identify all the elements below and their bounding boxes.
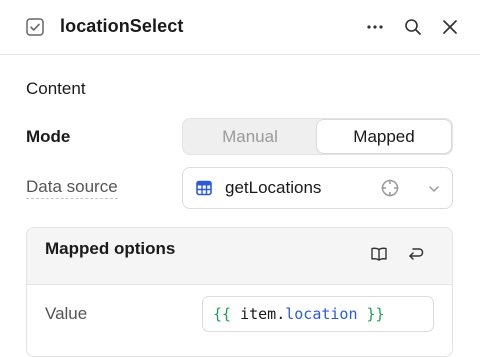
book-icon[interactable] — [370, 245, 388, 263]
template-open-brace: {{ — [213, 305, 232, 323]
mapped-options-header: Mapped options — [27, 228, 452, 285]
value-code-input[interactable]: {{ item.location }} — [202, 296, 434, 332]
mode-option-manual[interactable]: Manual — [184, 120, 316, 153]
chevron-down-icon[interactable] — [428, 182, 440, 194]
template-close-brace: }} — [366, 305, 385, 323]
component-title: locationSelect — [60, 16, 184, 36]
more-icon[interactable] — [365, 17, 385, 37]
checkbox-icon — [26, 18, 44, 36]
return-icon[interactable] — [407, 245, 425, 263]
data-source-label: Data source — [26, 177, 118, 199]
data-source-select[interactable]: getLocations — [182, 167, 453, 209]
mapped-options-title: Mapped options — [45, 239, 176, 258]
close-icon[interactable] — [440, 17, 460, 37]
section-heading: Content — [26, 79, 86, 98]
crosshair-icon[interactable] — [380, 178, 400, 198]
mode-label: Mode — [26, 127, 71, 146]
template-separator: . — [276, 305, 286, 323]
data-source-value: getLocations — [225, 178, 322, 197]
search-icon[interactable] — [403, 17, 423, 37]
table-icon — [196, 180, 212, 196]
value-label: Value — [45, 304, 88, 323]
template-property: location — [285, 305, 358, 323]
inspector-header: locationSelect — [0, 0, 480, 55]
mapped-options-panel: Mapped options Value {{ item.location }} — [26, 227, 453, 357]
mode-toggle: Manual Mapped — [182, 118, 453, 155]
template-object: item — [240, 305, 277, 323]
mode-option-mapped[interactable]: Mapped — [317, 120, 451, 153]
